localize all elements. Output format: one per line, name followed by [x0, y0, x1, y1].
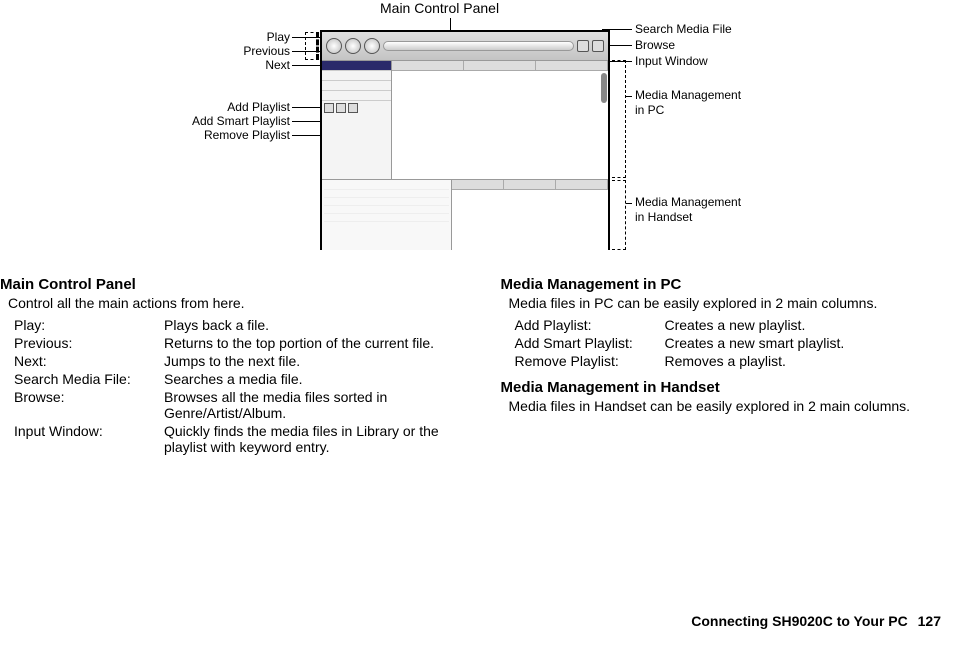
app-toolbar — [322, 32, 608, 60]
section-title: Media Management in PC — [501, 276, 961, 293]
definition-list: Play: Plays back a file. Previous: Retur… — [14, 317, 461, 455]
right-column: Media Management in PC Media files in PC… — [501, 270, 961, 457]
bracket-main-control — [305, 32, 319, 60]
label-media-mgmt-hs-1: Media Management — [635, 195, 741, 209]
page-footer: Connecting SH9020C to Your PC 127 — [691, 613, 941, 629]
definition-desc: Browses all the media files sorted in Ge… — [164, 389, 461, 421]
label-media-mgmt-hs-2: in Handset — [635, 210, 692, 224]
definition-desc: Creates a new playlist. — [665, 317, 961, 333]
definition-row: Add Playlist: Creates a new playlist. — [515, 317, 961, 333]
section-subtitle: Control all the main actions from here. — [8, 295, 461, 311]
sidebar — [322, 61, 392, 179]
definition-list: Add Playlist: Creates a new playlist. Ad… — [515, 317, 961, 369]
label-play: Play — [200, 30, 290, 44]
definition-term: Search Media File: — [14, 371, 164, 387]
header-col — [504, 180, 556, 189]
tree-row — [324, 206, 449, 214]
leader-line — [626, 203, 632, 204]
definition-term: Add Smart Playlist: — [515, 335, 665, 351]
section-title: Main Control Panel — [0, 276, 461, 293]
label-media-mgmt-pc-2: in PC — [635, 103, 664, 117]
main-list — [392, 61, 608, 179]
leader-line — [626, 96, 632, 97]
header-col — [464, 61, 536, 70]
app-body-handset — [322, 180, 608, 250]
app-body-pc — [322, 60, 608, 180]
sidebar-icons — [322, 101, 391, 115]
definition-term: Next: — [14, 353, 164, 369]
section-subtitle: Media files in Handset can be easily exp… — [509, 398, 961, 414]
label-search-media-file: Search Media File — [635, 22, 732, 36]
label-browse: Browse — [635, 38, 675, 52]
definition-term: Play: — [14, 317, 164, 333]
previous-button-icon — [345, 38, 361, 54]
left-column: Main Control Panel Control all the main … — [0, 270, 461, 457]
label-add-smart-playlist: Add Smart Playlist — [150, 114, 290, 128]
bracket-handset — [612, 180, 626, 250]
definition-term: Browse: — [14, 389, 164, 421]
leader-line — [450, 18, 451, 30]
definition-term: Remove Playlist: — [515, 353, 665, 369]
section-title: Media Management in Handset — [501, 379, 961, 396]
app-window-mock — [320, 30, 610, 250]
label-input-window: Input Window — [635, 54, 708, 68]
definition-term: Previous: — [14, 335, 164, 351]
handset-tree — [322, 180, 452, 250]
label-previous: Previous — [200, 44, 290, 58]
definition-desc: Plays back a file. — [164, 317, 461, 333]
progress-bar — [383, 41, 574, 51]
search-icon — [577, 40, 589, 52]
definition-desc: Quickly finds the media files in Library… — [164, 423, 461, 455]
definition-term: Add Playlist: — [515, 317, 665, 333]
header-col — [536, 61, 608, 70]
definition-desc: Returns to the top portion of the curren… — [164, 335, 461, 351]
header-col — [556, 180, 608, 189]
sidebar-row — [322, 71, 391, 81]
description-columns: Main Control Panel Control all the main … — [0, 270, 961, 457]
label-remove-playlist: Remove Playlist — [150, 128, 290, 142]
definition-row: Add Smart Playlist: Creates a new smart … — [515, 335, 961, 351]
annotated-diagram: Main Control Panel Play Previous Next Ad… — [0, 0, 961, 260]
tree-row — [324, 182, 449, 190]
definition-row: Browse: Browses all the media files sort… — [14, 389, 461, 421]
list-header — [452, 180, 608, 190]
definition-row: Next: Jumps to the next file. — [14, 353, 461, 369]
definition-row: Search Media File: Searches a media file… — [14, 371, 461, 387]
definition-term: Input Window: — [14, 423, 164, 455]
definition-row: Input Window: Quickly finds the media fi… — [14, 423, 461, 455]
handset-list — [452, 180, 608, 250]
header-col — [452, 180, 504, 189]
definition-desc: Searches a media file. — [164, 371, 461, 387]
sidebar-row — [322, 61, 391, 71]
add-smart-playlist-icon — [336, 103, 346, 113]
label-next: Next — [200, 58, 290, 72]
sidebar-row — [322, 91, 391, 101]
tree-row — [324, 190, 449, 198]
definition-desc: Creates a new smart playlist. — [665, 335, 961, 351]
header-col — [392, 61, 464, 70]
next-button-icon — [364, 38, 380, 54]
scrollbar-thumb — [601, 73, 607, 103]
definition-desc: Removes a playlist. — [665, 353, 961, 369]
label-media-mgmt-pc-1: Media Management — [635, 88, 741, 102]
tree-row — [324, 214, 449, 222]
sidebar-row — [322, 81, 391, 91]
footer-text: Connecting SH9020C to Your PC — [691, 613, 908, 629]
list-header — [392, 61, 608, 71]
bracket-pc — [612, 60, 626, 178]
definition-row: Previous: Returns to the top portion of … — [14, 335, 461, 351]
add-playlist-icon — [324, 103, 334, 113]
label-add-playlist: Add Playlist — [150, 100, 290, 114]
play-button-icon — [326, 38, 342, 54]
tree-row — [324, 198, 449, 206]
section-subtitle: Media files in PC can be easily explored… — [509, 295, 961, 311]
browse-icon — [592, 40, 604, 52]
definition-row: Remove Playlist: Removes a playlist. — [515, 353, 961, 369]
definition-desc: Jumps to the next file. — [164, 353, 461, 369]
page-number: 127 — [918, 613, 941, 629]
remove-playlist-icon — [348, 103, 358, 113]
diagram-title: Main Control Panel — [380, 0, 499, 16]
definition-row: Play: Plays back a file. — [14, 317, 461, 333]
